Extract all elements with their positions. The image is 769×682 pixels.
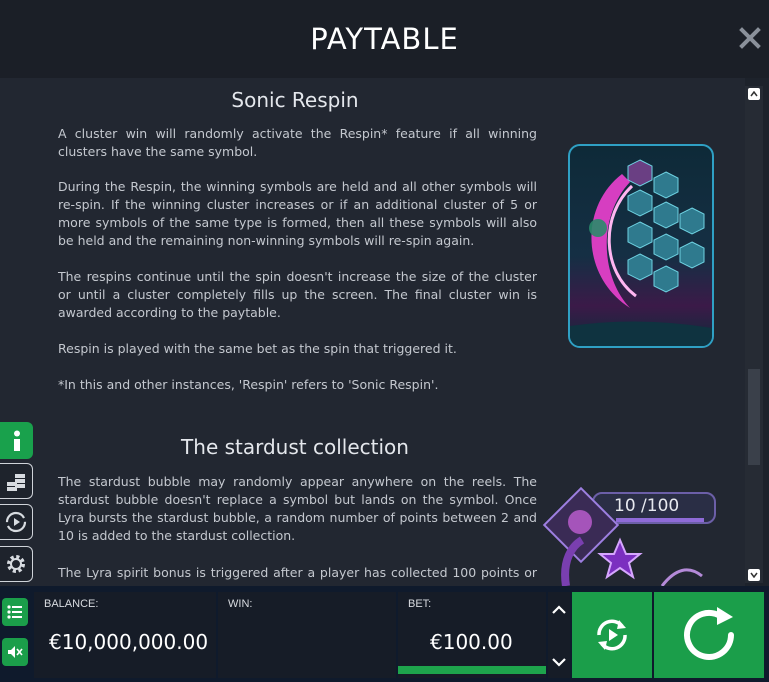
autoplay-button[interactable] <box>0 504 33 540</box>
scrollbar[interactable] <box>745 86 763 583</box>
settings-button[interactable] <box>0 546 33 582</box>
bet-increase-button[interactable] <box>552 602 566 620</box>
balance-panel: BALANCE: €10,000,000.00 <box>34 592 216 678</box>
autoplay-icon <box>5 511 27 533</box>
info-icon <box>13 430 20 451</box>
menu-icon <box>7 605 22 619</box>
chevron-up-icon <box>750 91 758 97</box>
paragraph: The stardust bubble may randomly appear … <box>58 474 537 543</box>
autoplay-icon <box>597 619 627 651</box>
spin-icon <box>684 607 734 660</box>
section-title-sonic-respin: Sonic Respin <box>231 88 359 112</box>
paragraph: A cluster win will randomly activate the… <box>58 126 537 159</box>
sound-muted-icon <box>8 646 23 658</box>
scroll-down-button[interactable] <box>748 569 760 581</box>
paragraph: The respins continue until the spin does… <box>58 269 537 320</box>
bet-label: BET: <box>408 598 432 610</box>
bet-value: €100.00 <box>430 630 513 654</box>
balance-label: BALANCE: <box>44 598 99 610</box>
paytable-header: PAYTABLE <box>0 0 769 78</box>
paragraph: *In this and other instances, 'Respin' r… <box>58 377 439 392</box>
bet-decrease-button[interactable] <box>552 654 566 672</box>
bet-level-bar <box>398 666 546 674</box>
stardust-illustration: 10 /100 <box>542 486 716 586</box>
chevron-down-icon <box>552 658 566 667</box>
bottom-bar: BALANCE: €10,000,000.00 WIN: BET: €100.0… <box>0 586 769 682</box>
scroll-thumb[interactable] <box>748 369 760 465</box>
coins-icon <box>7 474 25 491</box>
autoplay-spin-button[interactable] <box>572 592 652 678</box>
menu-button[interactable] <box>2 598 28 626</box>
coins-button[interactable] <box>0 463 33 499</box>
scroll-up-button[interactable] <box>748 88 760 100</box>
settings-icon <box>7 555 25 573</box>
info-button[interactable] <box>0 422 33 459</box>
paragraph: During the Respin, the winning symbols a… <box>58 179 537 248</box>
paragraph: The Lyra spirit bonus is triggered after… <box>58 565 537 586</box>
close-icon <box>739 27 761 49</box>
bet-panel: BET: €100.00 <box>398 592 546 678</box>
paytable-content: Sonic Respin A cluster win will randomly… <box>0 78 745 586</box>
chevron-up-icon <box>552 605 566 614</box>
balance-value: €10,000,000.00 <box>49 630 209 654</box>
respin-illustration <box>568 144 714 348</box>
win-panel: WIN: <box>218 592 396 678</box>
page-title: PAYTABLE <box>310 22 459 56</box>
sound-button[interactable] <box>2 638 28 666</box>
win-label: WIN: <box>228 598 253 610</box>
paragraph: Respin is played with the same bet as th… <box>58 341 457 356</box>
section-title-stardust: The stardust collection <box>181 435 409 459</box>
bet-adjust <box>548 592 570 678</box>
chevron-down-icon <box>750 572 758 578</box>
close-button[interactable] <box>737 25 763 51</box>
spin-button[interactable] <box>654 592 764 678</box>
